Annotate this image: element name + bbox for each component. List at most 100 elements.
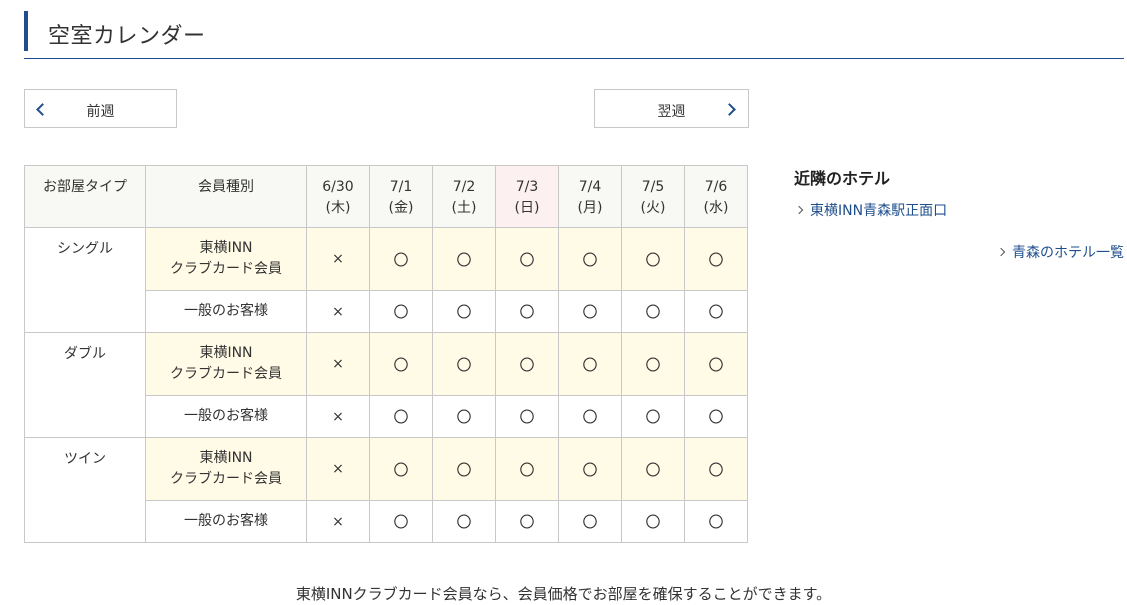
member-type-general: 一般のお客様 (145, 395, 307, 438)
availability-cell[interactable]: 〇 (495, 227, 559, 291)
header-date: 7/5 (641, 179, 665, 195)
availability-cell[interactable]: 〇 (558, 395, 622, 438)
heading-accent-bar (24, 11, 28, 51)
nearby-hotel-link-text: 東横INN青森駅正面口 (810, 203, 948, 219)
availability-cell-full: × (306, 290, 370, 333)
room-type-single: シングル (24, 227, 146, 333)
availability-cell[interactable]: 〇 (621, 395, 685, 438)
header-dow: (日) (514, 200, 540, 216)
member-line1: 東横INN (199, 345, 253, 361)
member-line1: 東横INN (199, 240, 253, 256)
member-benefit-note: 東横INNクラブカード会員なら、会員価格でお部屋を確保することができます。 (295, 585, 832, 603)
availability-cell[interactable]: 〇 (369, 332, 433, 396)
availability-cell-full: × (306, 437, 370, 501)
availability-cell[interactable]: 〇 (432, 395, 496, 438)
member-type-club: 東横INN クラブカード会員 (145, 227, 307, 291)
header-date: 7/2 (452, 179, 476, 195)
member-type-general: 一般のお客様 (145, 290, 307, 333)
member-line1: 東横INN (199, 450, 253, 466)
prev-week-label: 前週 (86, 104, 115, 120)
availability-cell[interactable]: 〇 (684, 332, 748, 396)
room-type-twin: ツイン (24, 437, 146, 543)
header-day: 7/2 (土) (432, 165, 496, 228)
header-dow: (金) (388, 200, 414, 216)
availability-cell-full: × (306, 500, 370, 543)
availability-cell[interactable]: 〇 (558, 290, 622, 333)
header-dow: (火) (640, 200, 666, 216)
availability-cell[interactable]: 〇 (621, 227, 685, 291)
availability-cell[interactable]: 〇 (684, 437, 748, 501)
header-date: 6/30 (322, 179, 354, 195)
header-date: 7/1 (389, 179, 413, 195)
availability-cell[interactable]: 〇 (684, 500, 748, 543)
nearby-hotel-link[interactable]: 東横INN青森駅正面口 (794, 200, 948, 220)
availability-cell[interactable]: 〇 (558, 500, 622, 543)
header-day-sunday: 7/3 (日) (495, 165, 559, 228)
availability-cell[interactable]: 〇 (495, 395, 559, 438)
page-title: 空室カレンダー (48, 24, 206, 49)
availability-cell[interactable]: 〇 (621, 500, 685, 543)
hotel-list-link[interactable]: 青森のホテル一覧 (996, 242, 1124, 262)
availability-cell[interactable]: 〇 (369, 290, 433, 333)
availability-cell-full: × (306, 227, 370, 291)
availability-cell[interactable]: 〇 (621, 332, 685, 396)
section-heading: 空室カレンダー (24, 11, 1124, 59)
availability-cell[interactable]: 〇 (558, 227, 622, 291)
availability-cell[interactable]: 〇 (432, 500, 496, 543)
availability-table: お部屋タイプ 会員種別 6/30 (木) 7/1 (金) 7/2 (土) 7/3 (日)… (24, 165, 748, 543)
availability-cell[interactable]: 〇 (432, 332, 496, 396)
hotel-list-link-text: 青森のホテル一覧 (1012, 245, 1124, 261)
member-type-club: 東横INN クラブカード会員 (145, 437, 307, 501)
prev-week-button[interactable]: 前週 (24, 89, 177, 128)
header-member-type: 会員種別 (145, 165, 307, 228)
header-day: 7/1 (金) (369, 165, 433, 228)
nearby-hotels-title: 近隣のホテル (794, 169, 891, 188)
availability-cell[interactable]: 〇 (432, 437, 496, 501)
header-room-type: お部屋タイプ (24, 165, 146, 228)
next-week-button[interactable]: 翌週 (594, 89, 749, 128)
table-row-member: ツイン 東横INN クラブカード会員 × 〇 〇 〇 〇 〇 〇 (24, 437, 748, 543)
member-type-club: 東横INN クラブカード会員 (145, 332, 307, 396)
chevron-right-icon (996, 247, 1006, 257)
member-line2: クラブカード会員 (170, 261, 282, 277)
table-row-member: ダブル 東横INN クラブカード会員 × 〇 〇 〇 〇 〇 〇 (24, 332, 748, 438)
availability-cell[interactable]: 〇 (684, 227, 748, 291)
table-row-member: シングル 東横INN クラブカード会員 × 〇 〇 〇 〇 〇 〇 (24, 227, 748, 333)
member-line2: クラブカード会員 (170, 366, 282, 382)
availability-cell[interactable]: 〇 (369, 500, 433, 543)
availability-cell[interactable]: 〇 (558, 437, 622, 501)
header-day: 6/30 (木) (306, 165, 370, 228)
header-dow: (木) (325, 200, 351, 216)
member-line2: クラブカード会員 (170, 471, 282, 487)
availability-cell[interactable]: 〇 (495, 290, 559, 333)
availability-cell-full: × (306, 395, 370, 438)
availability-cell-full: × (306, 332, 370, 396)
availability-cell[interactable]: 〇 (684, 290, 748, 333)
header-date: 7/6 (704, 179, 728, 195)
chevron-right-icon (794, 205, 804, 215)
availability-cell[interactable]: 〇 (495, 500, 559, 543)
member-type-general: 一般のお客様 (145, 500, 307, 543)
room-type-double: ダブル (24, 332, 146, 438)
availability-cell[interactable]: 〇 (495, 437, 559, 501)
availability-cell[interactable]: 〇 (432, 290, 496, 333)
header-dow: (月) (577, 200, 603, 216)
availability-cell[interactable]: 〇 (369, 437, 433, 501)
availability-cell[interactable]: 〇 (621, 437, 685, 501)
availability-cell[interactable]: 〇 (621, 290, 685, 333)
header-dow: (土) (451, 200, 477, 216)
header-day: 7/5 (火) (621, 165, 685, 228)
table-header-row: お部屋タイプ 会員種別 6/30 (木) 7/1 (金) 7/2 (土) 7/3 (日)… (24, 165, 748, 228)
availability-page: 空室カレンダー 前週 翌週 お部屋タイプ 会員種別 6/30 (木) 7/1 (金) (0, 0, 1127, 605)
header-dow: (水) (703, 200, 729, 216)
availability-cell[interactable]: 〇 (495, 332, 559, 396)
header-day: 7/4 (月) (558, 165, 622, 228)
header-day: 7/6 (水) (684, 165, 748, 228)
header-date: 7/3 (515, 179, 539, 195)
header-date: 7/4 (578, 179, 602, 195)
availability-cell[interactable]: 〇 (369, 227, 433, 291)
availability-cell[interactable]: 〇 (684, 395, 748, 438)
availability-cell[interactable]: 〇 (558, 332, 622, 396)
availability-cell[interactable]: 〇 (432, 227, 496, 291)
availability-cell[interactable]: 〇 (369, 395, 433, 438)
